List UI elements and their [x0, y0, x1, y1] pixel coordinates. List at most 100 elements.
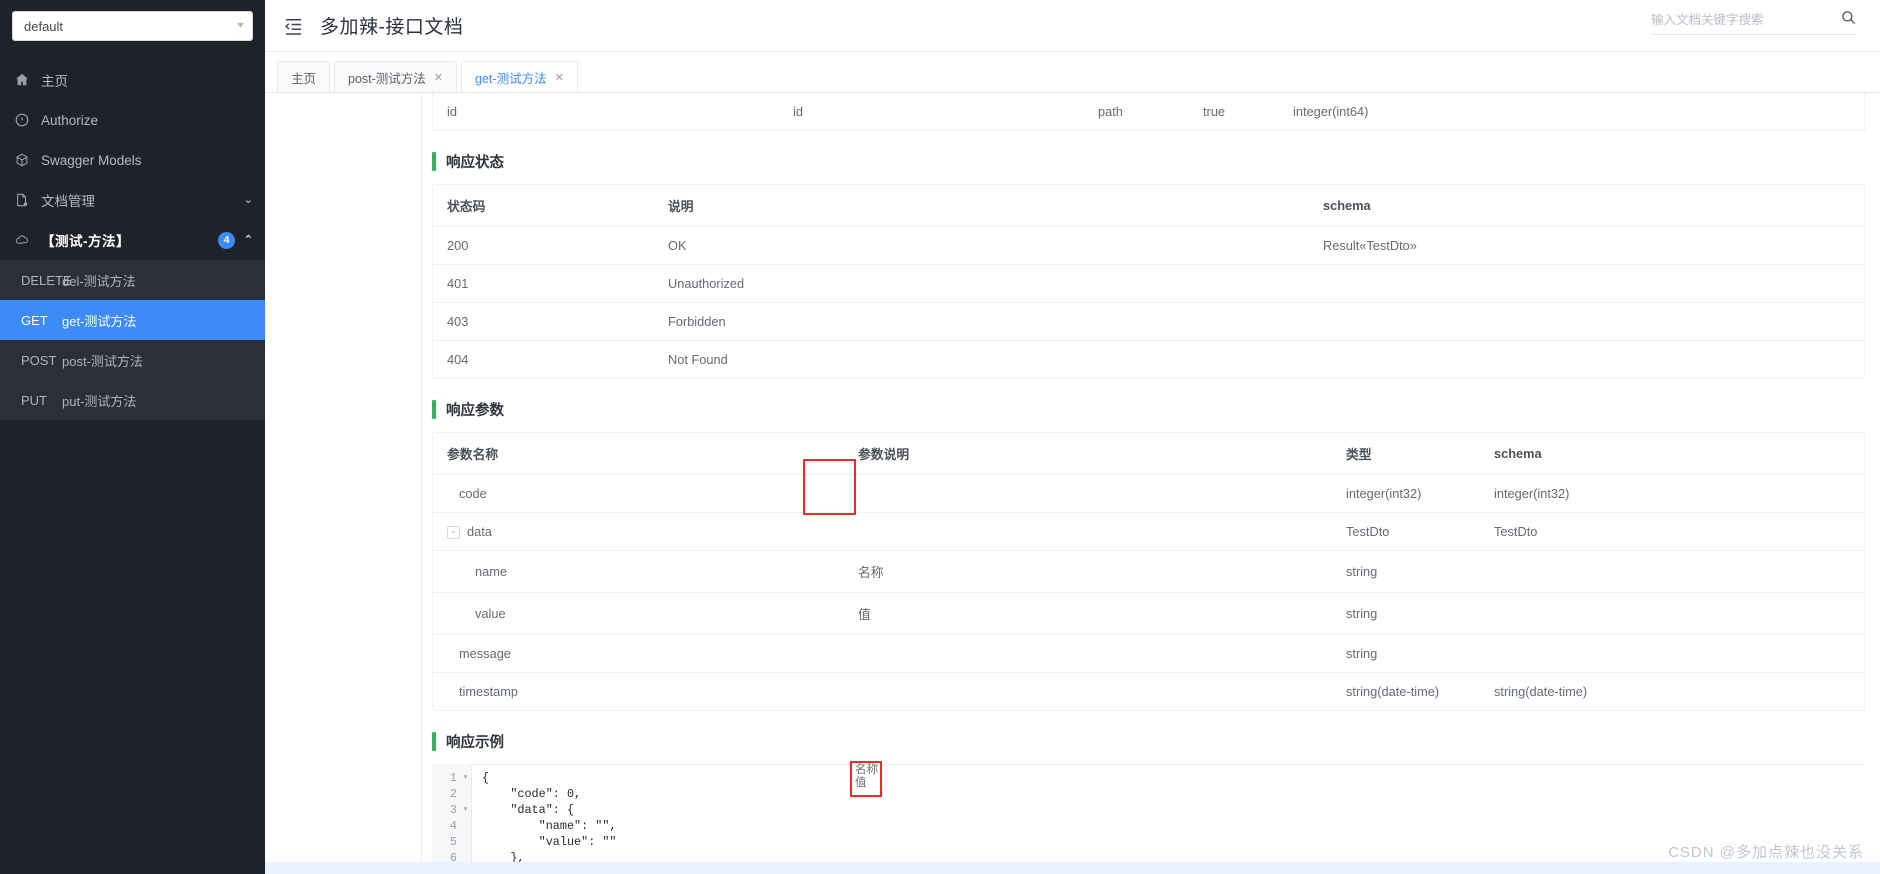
annotation-line-2: 值 — [855, 777, 867, 789]
line-number: 1 — [449, 771, 457, 786]
line-number: 3 — [449, 803, 457, 818]
endpoint-method: DELETE — [21, 272, 72, 288]
line-number-row: 3 ▾ — [432, 802, 468, 818]
param-name: code — [433, 474, 858, 513]
search-icon[interactable] — [1841, 10, 1856, 29]
sidebar-endpoint-post[interactable]: POST post-测试方法 — [0, 340, 265, 380]
table-row: value 值 string — [433, 592, 1864, 636]
tab-home[interactable]: 主页 — [277, 61, 331, 92]
group-select[interactable]: default ▾ — [12, 11, 253, 41]
line-number: 2 — [449, 787, 457, 802]
fold-toggle-icon[interactable]: ▾ — [460, 770, 468, 786]
group-select-wrapper: default ▾ — [0, 0, 265, 41]
code-line: "name": "", — [482, 819, 617, 834]
section-title-response-params: 响应参数 — [432, 399, 1875, 420]
chevron-down-icon[interactable]: ⌄ — [244, 194, 253, 206]
fold-toggle-icon[interactable]: ▾ — [460, 802, 468, 818]
code-line: "data": { — [482, 803, 575, 818]
sidebar-group-label: 【测试-方法】 — [41, 234, 130, 249]
tab-label: get-测试方法 — [475, 71, 547, 86]
param-schema: TestDto — [1494, 512, 1864, 552]
cloud-icon — [15, 233, 37, 248]
accent-bar — [432, 152, 436, 171]
col-param-name: 参数名称 — [433, 433, 858, 475]
sidebar-item-authorize[interactable]: Authorize — [0, 100, 265, 140]
status-code: 404 — [447, 352, 469, 367]
status-code: 401 — [433, 264, 668, 303]
close-icon[interactable]: ✕ — [555, 71, 564, 84]
chevron-up-icon[interactable]: ⌃ — [244, 234, 253, 246]
table-header-row: 参数名称 参数说明 类型 schema — [433, 433, 1864, 475]
response-status-table-wrap: 状态码 说明 schema 200 OK Result«TestDto» 401… — [432, 184, 1865, 379]
close-icon[interactable]: ✕ — [434, 71, 443, 84]
param-desc — [858, 634, 1346, 674]
col-status-code: 状态码 — [433, 185, 668, 227]
line-number: 4 — [449, 819, 457, 834]
table-row: 200 OK Result«TestDto» — [433, 226, 1864, 265]
tab-bar: 主页 post-测试方法 ✕ get-测试方法 ✕ — [265, 52, 1880, 93]
sidebar-group-badge: 4 — [218, 231, 235, 249]
param-type: integer(int64) — [1293, 104, 1369, 119]
param-type: string(date-time) — [1346, 684, 1440, 700]
code-line-numbers: 1▾ 2 3▾ 4 5 6 7 8 9 — [432, 765, 472, 874]
table-row: - data TestDto TestDto — [433, 512, 1864, 552]
chevron-down-icon: ▾ — [237, 20, 244, 31]
home-icon — [15, 73, 37, 87]
tab-post-test-method[interactable]: post-测试方法 ✕ — [334, 61, 458, 92]
table-row: name 名称 string — [433, 550, 1864, 594]
search-input[interactable] — [1651, 12, 1816, 27]
code-lines[interactable]: { "code": 0, "data": { "name": "", "valu… — [472, 765, 1865, 874]
sidebar-group-test-methods[interactable]: 【测试-方法】 4 ⌃ — [0, 220, 265, 260]
sidebar-endpoint-get[interactable]: GET get-测试方法 — [0, 300, 265, 340]
bottom-highlight-strip — [265, 862, 1880, 874]
table-row: timestamp string(date-time) string(date-… — [433, 673, 1864, 711]
section-title-text: 响应参数 — [446, 403, 504, 419]
sidebar-item-swagger-models[interactable]: Swagger Models — [0, 140, 265, 180]
page-title: 多加辣-接口文档 — [320, 17, 464, 38]
param-type: TestDto — [1346, 512, 1494, 552]
section-title-text: 响应状态 — [446, 155, 504, 171]
status-desc: OK — [668, 226, 1323, 265]
lock-icon — [15, 113, 37, 127]
sidebar-nav: 主页 Authorize Swagger Models 文档管理 ⌄ 【测试-方… — [0, 60, 265, 260]
param-type: string — [1346, 592, 1494, 636]
endpoint-method: POST — [21, 352, 57, 368]
param-required: true — [1203, 104, 1226, 119]
sidebar-endpoint-delete[interactable]: DELETE del-测试方法 — [0, 260, 265, 300]
endpoint-method: GET — [21, 312, 48, 328]
tab-label: post-测试方法 — [348, 71, 426, 86]
response-status-table: 状态码 说明 schema 200 OK Result«TestDto» 401… — [433, 185, 1864, 378]
param-desc: id — [793, 104, 803, 119]
response-params-table-wrap: 参数名称 参数说明 类型 schema code integer(int32) … — [432, 432, 1865, 712]
section-title-text: 响应示例 — [446, 735, 504, 752]
status-desc: Unauthorized — [668, 264, 1323, 303]
sidebar-item-home[interactable]: 主页 — [0, 60, 265, 100]
endpoint-name: get-测试方法 — [62, 313, 137, 329]
param-name: data — [467, 524, 492, 539]
param-desc — [858, 673, 1346, 711]
tab-get-test-method[interactable]: get-测试方法 ✕ — [461, 61, 578, 92]
col-status-desc: 说明 — [668, 185, 1323, 227]
status-desc: Forbidden — [668, 302, 1323, 341]
request-params-table: id id path true integer(int64) — [433, 93, 1864, 130]
code-line: { — [482, 771, 490, 786]
menu-fold-icon[interactable] — [279, 12, 307, 40]
sidebar-endpoint-put[interactable]: PUT put-测试方法 — [0, 380, 265, 420]
param-name-cell: - data — [433, 512, 858, 552]
param-name: timestamp — [459, 684, 519, 700]
watermark: CSDN @多加点辣也没关系 — [1668, 844, 1864, 861]
status-code: 200 — [433, 226, 668, 265]
param-schema — [1494, 592, 1864, 636]
collapse-toggle-icon[interactable]: - — [447, 526, 460, 540]
search-box — [1651, 10, 1856, 35]
sidebar-item-doc-management[interactable]: 文档管理 ⌄ — [0, 180, 265, 220]
annotation-line-1: 名称 — [855, 764, 878, 776]
section-title-response-status: 响应状态 — [432, 151, 1875, 172]
content-area: id id path true integer(int64) 响应状态 状态码 … — [265, 93, 1880, 874]
status-schema — [1323, 302, 1864, 341]
response-example-code-block[interactable]: 1▾ 2 3▾ 4 5 6 7 8 9 { "code": 0, "data — [432, 764, 1865, 874]
line-number-row: 5 — [432, 834, 468, 850]
param-type: string — [1346, 634, 1494, 674]
topbar: 多加辣-接口文档 — [265, 0, 1880, 52]
table-row: code integer(int32) integer(int32) — [433, 474, 1864, 513]
